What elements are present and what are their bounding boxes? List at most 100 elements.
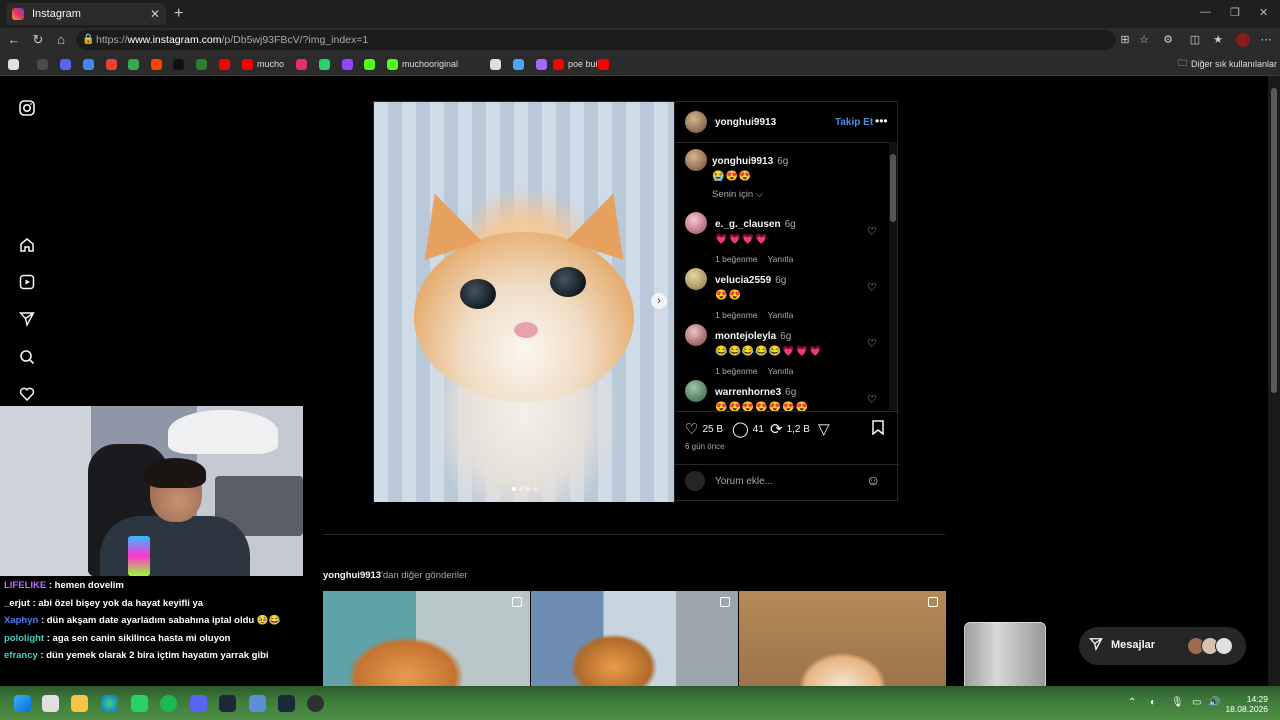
bookmark-item[interactable] — [319, 57, 334, 71]
add-comment-input[interactable]: Yorum ekle... — [715, 476, 773, 487]
like-heart-icon[interactable]: ♡ — [685, 420, 698, 438]
bookmark-item[interactable] — [196, 57, 211, 71]
bookmark-item[interactable] — [296, 57, 311, 71]
reply-button[interactable]: Yanıtla — [768, 254, 794, 264]
more-post-thumbnail[interactable] — [531, 591, 738, 686]
menu-dots-icon[interactable]: ⋯ — [1259, 33, 1273, 47]
share-paper-plane-icon[interactable]: ▽ — [818, 420, 830, 438]
more-options-icon[interactable]: ••• — [875, 114, 888, 128]
steam-icon[interactable] — [278, 695, 295, 712]
comment-bubble-icon[interactable]: ◯ — [732, 420, 749, 438]
comment-action[interactable]: ◯ 41 — [732, 420, 764, 438]
bookmark-item[interactable] — [83, 57, 98, 71]
obs-icon[interactable] — [307, 695, 324, 712]
edge-icon[interactable] — [101, 695, 118, 712]
comment-likes[interactable]: 1 beğenme — [715, 366, 758, 376]
split-screen-icon[interactable]: ◫ — [1188, 33, 1202, 47]
like-action[interactable]: ♡ 25 B — [685, 420, 723, 438]
comment-avatar[interactable] — [685, 324, 707, 346]
bookmark-item[interactable] — [128, 57, 143, 71]
bookmark-item[interactable]: poe build — [553, 57, 605, 71]
close-tab-icon[interactable]: ✕ — [150, 7, 160, 21]
comments-scroll-thumb[interactable] — [890, 154, 896, 222]
messages-nav-icon[interactable] — [17, 311, 37, 331]
bookmark-item[interactable] — [598, 57, 613, 71]
new-tab-icon[interactable]: + — [174, 5, 183, 23]
reels-nav-icon[interactable] — [17, 274, 37, 294]
comment-avatar[interactable] — [685, 380, 707, 402]
emoji-picker-icon[interactable]: ☺ — [866, 472, 880, 488]
maximize-icon[interactable]: ❐ — [1230, 6, 1240, 19]
reply-button[interactable]: Yanıtla — [768, 366, 794, 376]
reply-button[interactable]: Yanıtla — [768, 310, 794, 320]
more-post-thumbnail[interactable] — [323, 591, 530, 686]
bookmark-item[interactable] — [513, 57, 528, 71]
author-avatar[interactable] — [685, 111, 707, 133]
bookmark-item[interactable]: mucho — [242, 57, 284, 71]
repost-action[interactable]: ⟳ 1,2 B — [770, 420, 810, 438]
close-window-icon[interactable]: ✕ — [1259, 6, 1268, 19]
bookmark-item[interactable] — [8, 57, 23, 71]
app-icon[interactable] — [249, 695, 266, 712]
system-clock[interactable]: 14:29 18.08.2026 — [1224, 694, 1268, 714]
tray-app-icon[interactable]: ◐ — [1150, 697, 1156, 708]
file-explorer-icon[interactable] — [71, 695, 88, 712]
save-bookmark-icon[interactable] — [872, 420, 884, 435]
post-photo[interactable]: › — [374, 102, 674, 502]
notifications-heart-icon[interactable] — [17, 386, 37, 406]
comment-avatar[interactable] — [685, 268, 707, 290]
instagram-logo-icon[interactable] — [17, 100, 37, 120]
bookmark-item[interactable]: muchooriginal — [387, 57, 458, 71]
bookmark-item[interactable] — [37, 57, 52, 71]
scrollbar-thumb[interactable] — [1271, 88, 1277, 393]
volume-icon[interactable]: 🔊 — [1208, 697, 1220, 708]
author-username[interactable]: yonghui9913 — [715, 117, 776, 128]
bookmark-item[interactable] — [490, 57, 505, 71]
bookmark-item[interactable] — [219, 57, 234, 71]
follow-button[interactable]: Takip Et — [835, 117, 873, 128]
next-image-icon[interactable]: › — [651, 293, 667, 309]
repost-icon[interactable]: ⟳ — [770, 420, 783, 438]
reader-icon[interactable]: ⊞ — [1118, 33, 1132, 47]
refresh-icon[interactable]: ↻ — [30, 32, 46, 48]
network-icon[interactable]: ▭ — [1192, 697, 1201, 708]
more-posts-username[interactable]: yonghui9913 — [323, 570, 381, 581]
comment-avatar[interactable] — [685, 212, 707, 234]
comment-like-heart-icon[interactable]: ♡ — [867, 225, 877, 238]
home-nav-icon[interactable] — [17, 237, 37, 257]
other-bookmarks-folder[interactable]: 🗀 Diğer sık kullanılanlar — [1178, 57, 1277, 71]
favorites-icon[interactable]: ★ — [1211, 33, 1225, 47]
comment-like-heart-icon[interactable]: ♡ — [867, 281, 877, 294]
messages-button[interactable]: Mesajlar — [1079, 627, 1246, 665]
comment-likes[interactable]: 1 beğenme — [715, 310, 758, 320]
bookmark-item[interactable] — [364, 57, 379, 71]
whatsapp-icon[interactable] — [131, 695, 148, 712]
comment-username[interactable]: montejoleyla — [715, 331, 776, 342]
url-input[interactable]: 🔒 https://www.instagram.com/p/Db5wj93FBc… — [76, 30, 1116, 50]
spotify-icon[interactable] — [160, 695, 177, 712]
bookmark-item[interactable] — [106, 57, 121, 71]
back-icon[interactable]: ← — [6, 32, 22, 47]
bookmark-item[interactable] — [151, 57, 166, 71]
share-action[interactable]: ▽ — [818, 420, 830, 438]
caption-avatar[interactable] — [685, 149, 707, 171]
tab-instagram[interactable]: Instagram ✕ — [6, 3, 166, 25]
comments-scrollbar[interactable] — [889, 142, 897, 410]
search-nav-icon[interactable] — [17, 349, 37, 369]
comment-like-heart-icon[interactable]: ♡ — [867, 337, 877, 350]
tray-chevron-icon[interactable]: ⌃ — [1128, 697, 1136, 708]
minimize-icon[interactable]: — — [1200, 6, 1211, 18]
caption-username[interactable]: yonghui9913 — [712, 156, 773, 167]
profile-avatar-icon[interactable] — [1236, 33, 1250, 47]
more-post-thumbnail[interactable] — [739, 591, 946, 686]
extensions-icon[interactable]: ⚙ — [1161, 33, 1175, 47]
comment-username[interactable]: warrenhorne3 — [715, 387, 781, 398]
comment-likes[interactable]: 1 beğenme — [715, 254, 758, 264]
comment-like-heart-icon[interactable]: ♡ — [867, 393, 877, 406]
task-view-icon[interactable] — [42, 695, 59, 712]
bookmark-item[interactable] — [173, 57, 188, 71]
start-icon[interactable] — [14, 695, 31, 712]
home-icon[interactable]: ⌂ — [53, 32, 69, 47]
microphone-icon[interactable]: 🎙 — [1171, 697, 1184, 708]
discord-icon[interactable] — [190, 695, 207, 712]
